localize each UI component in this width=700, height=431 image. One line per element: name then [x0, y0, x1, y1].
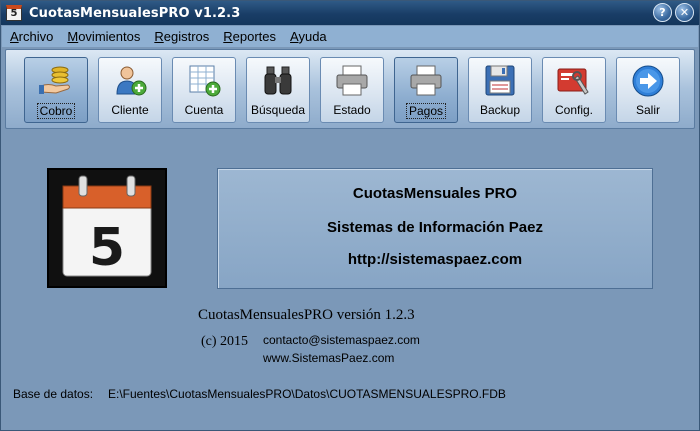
menu-movimientos-mnemonic: M: [67, 29, 79, 44]
backup-label: Backup: [479, 103, 521, 117]
toolbar: Cobro Cliente Cuenta Búsqueda Estado Pag…: [5, 49, 695, 129]
estado-label: Estado: [333, 103, 371, 117]
binoculars-icon: [264, 66, 292, 95]
title-buttons: ? ✕: [653, 3, 694, 22]
menu-reportes[interactable]: Reportes: [223, 29, 276, 44]
config-label: Config.: [554, 103, 594, 117]
app-logo: 5: [47, 168, 167, 288]
cliente-label: Cliente: [111, 103, 149, 117]
app-icon[interactable]: 5: [6, 5, 22, 21]
pagos-label: Pagos: [405, 103, 447, 119]
backup-button[interactable]: Backup: [468, 57, 532, 123]
close-button[interactable]: ✕: [675, 3, 694, 22]
menu-registros-mnemonic: R: [154, 29, 164, 44]
copyright-text: (c) 2015: [201, 334, 249, 349]
company-url: http://sistemaspaez.com: [347, 251, 523, 268]
menu-reportes-mnemonic: R: [223, 29, 233, 44]
title-bar[interactable]: 5 CuotasMensualesPRO v1.2.3 ? ✕: [1, 1, 699, 25]
menu-archivo-mnemonic: A: [10, 29, 19, 44]
menu-registros[interactable]: Registros: [154, 29, 209, 44]
info-panel: CuotasMensuales PRO Sistemas de Informac…: [217, 168, 653, 289]
menu-movimientos[interactable]: Movimientos: [67, 29, 140, 44]
version-text: CuotasMensualesPRO versión 1.2.3: [198, 307, 415, 323]
menu-ayuda[interactable]: Ayuda: [290, 29, 327, 44]
salir-button[interactable]: Salir: [616, 57, 680, 123]
database-path: E:\Fuentes\CuotasMensualesPRO\Datos\CUOT…: [108, 387, 506, 401]
busqueda-button[interactable]: Búsqueda: [246, 57, 310, 123]
menu-registros-label: egistros: [163, 29, 210, 44]
cobro-label: Cobro: [36, 103, 76, 119]
menu-archivo-label: rchivo: [18, 29, 54, 44]
estado-button[interactable]: Estado: [320, 57, 384, 123]
pagos-button[interactable]: Pagos: [394, 57, 458, 123]
exit-arrow-icon: [632, 65, 664, 97]
calendar-icon: 5: [62, 175, 152, 278]
company-name: Sistemas de Información Paez: [327, 219, 543, 236]
menu-movimientos-label: ovimientos: [78, 29, 141, 44]
floppy-disk-icon: [485, 65, 515, 96]
calendar-digit: 5: [89, 218, 125, 278]
config-button[interactable]: Config.: [542, 57, 606, 123]
add-sheet-icon: [189, 65, 221, 97]
help-button[interactable]: ?: [653, 3, 672, 22]
main-content: 5 CuotasMensuales PRO Sistemas de Inform…: [1, 131, 699, 431]
salir-label: Salir: [635, 103, 660, 117]
database-label: Base de datos:: [13, 387, 94, 401]
printer-icon: [336, 65, 368, 96]
printer-icon: [410, 65, 442, 96]
website-link[interactable]: www.SistemasPaez.com: [263, 351, 394, 365]
coins-hand-icon: [39, 66, 70, 94]
menu-ayuda-label: yuda: [298, 29, 327, 44]
menu-archivo[interactable]: Archivo: [10, 29, 53, 44]
window-title: CuotasMensualesPRO v1.2.3: [29, 5, 241, 21]
cuenta-button[interactable]: Cuenta: [172, 57, 236, 123]
cobro-button[interactable]: Cobro: [24, 57, 88, 123]
main-window: 5 CuotasMensualesPRO v1.2.3 ? ✕ Archivo …: [0, 0, 700, 431]
menu-reportes-label: eportes: [232, 29, 277, 44]
cuenta-label: Cuenta: [184, 103, 224, 117]
cliente-button[interactable]: Cliente: [98, 57, 162, 123]
settings-card-icon: [557, 68, 589, 95]
add-user-icon: [116, 66, 147, 96]
contact-email[interactable]: contacto@sistemaspaez.com: [263, 333, 420, 347]
menu-bar: Archivo Movimientos Registros Reportes A…: [2, 26, 698, 47]
busqueda-label: Búsqueda: [250, 103, 306, 117]
product-name: CuotasMensuales PRO: [352, 185, 518, 202]
